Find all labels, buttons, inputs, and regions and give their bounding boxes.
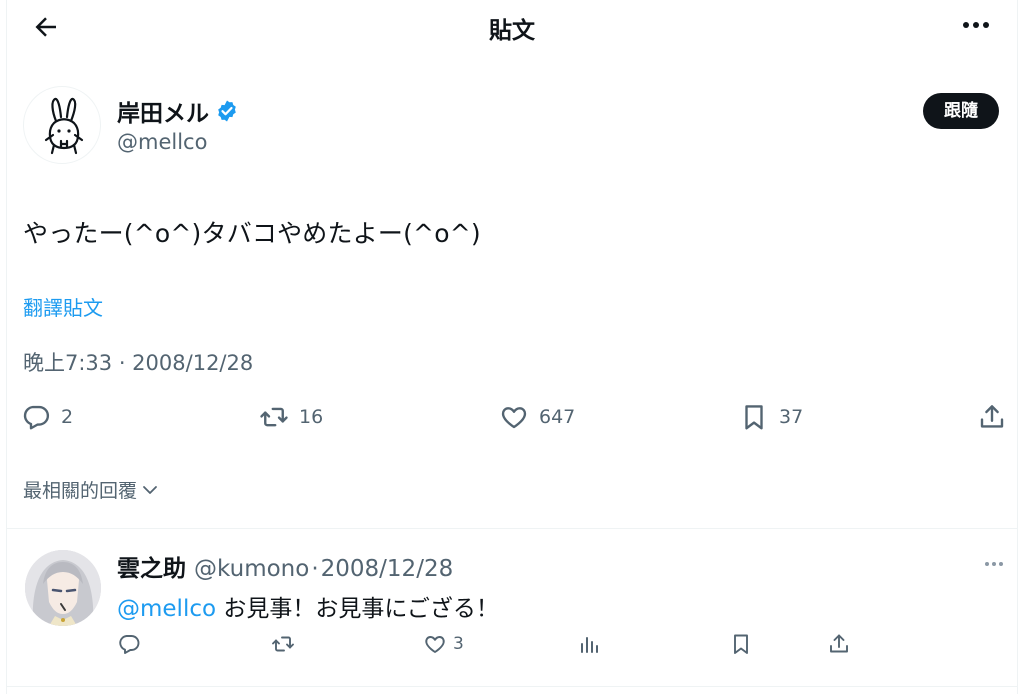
reply-repost-button[interactable] bbox=[271, 632, 295, 656]
repost-icon bbox=[272, 636, 294, 652]
tweet-action-bar: 2 16 647 37 bbox=[7, 402, 1019, 438]
share-icon bbox=[830, 634, 848, 653]
bookmark-icon bbox=[745, 405, 763, 430]
reply-more-options-icon[interactable] bbox=[983, 556, 1005, 570]
tweet-timestamp[interactable]: 晚上7:33 · 2008/12/28 bbox=[23, 347, 253, 377]
reply-date[interactable]: 2008/12/28 bbox=[321, 556, 454, 582]
repost-button[interactable]: 16 bbox=[259, 402, 323, 432]
reply-bookmark-button[interactable] bbox=[729, 632, 753, 656]
section-divider bbox=[7, 528, 1017, 529]
reply-author-avatar[interactable] bbox=[25, 550, 101, 626]
reply-mention-link[interactable]: @mellco bbox=[117, 596, 216, 622]
share-button[interactable] bbox=[977, 402, 1007, 432]
rabbit-avatar-icon bbox=[44, 97, 84, 155]
post-page: 貼文 岸田メル @mellco 跟隨 やったー(^o^)タバコやめたよー(^o^… bbox=[6, 0, 1018, 694]
like-button[interactable]: 647 bbox=[499, 402, 575, 432]
like-count: 647 bbox=[539, 406, 576, 428]
reply-views-button[interactable] bbox=[577, 632, 601, 656]
reply-like-button[interactable]: 3 bbox=[423, 632, 464, 656]
reply-separator: · bbox=[311, 556, 319, 582]
reply-text: @mellco お見事！お見事にござる！ bbox=[117, 589, 499, 623]
chevron-down-icon bbox=[143, 485, 157, 494]
reply-count: 2 bbox=[61, 406, 74, 428]
analytics-icon bbox=[581, 637, 598, 653]
author-name[interactable]: 岸田メル bbox=[117, 94, 209, 128]
reply-icon bbox=[119, 635, 140, 654]
reply-share-button[interactable] bbox=[827, 632, 851, 656]
replies-sort-dropdown[interactable]: 最相關的回覆 bbox=[23, 476, 159, 503]
translate-post-link[interactable]: 翻譯貼文 bbox=[23, 292, 103, 321]
follow-button[interactable]: 跟隨 bbox=[923, 93, 999, 129]
reply-author-name[interactable]: 雲之助 bbox=[117, 549, 186, 583]
anime-character-avatar-icon bbox=[25, 550, 101, 626]
bookmark-count: 37 bbox=[779, 406, 804, 428]
reply-reply-button[interactable] bbox=[117, 632, 141, 656]
heart-icon bbox=[501, 407, 527, 429]
reply-body: お見事！お見事にござる！ bbox=[216, 596, 499, 622]
verified-badge-icon bbox=[215, 99, 239, 123]
share-icon bbox=[980, 405, 1004, 428]
section-divider bbox=[7, 686, 1017, 687]
author-avatar[interactable] bbox=[23, 86, 101, 164]
heart-icon bbox=[425, 636, 445, 653]
reply-button[interactable]: 2 bbox=[21, 402, 73, 432]
tweet-text: やったー(^o^)タバコやめたよー(^o^) bbox=[23, 219, 481, 248]
reply-author-handle[interactable]: @kumono bbox=[194, 556, 309, 582]
reply-action-bar: 3 bbox=[7, 632, 1019, 660]
more-options-icon[interactable] bbox=[959, 10, 993, 40]
replies-sort-label: 最相關的回覆 bbox=[23, 480, 138, 502]
bookmark-icon bbox=[734, 634, 748, 654]
author-name-row: 岸田メル bbox=[117, 94, 239, 128]
reply-icon bbox=[23, 405, 50, 430]
page-title: 貼文 bbox=[489, 18, 535, 44]
repost-icon bbox=[260, 407, 288, 427]
reply-header: 雲之助 @kumono · 2008/12/28 bbox=[117, 549, 453, 583]
top-bar: 貼文 bbox=[7, 0, 1017, 52]
reply-like-count: 3 bbox=[453, 634, 464, 654]
author-handle[interactable]: @mellco bbox=[117, 130, 207, 154]
repost-count: 16 bbox=[299, 406, 324, 428]
bookmark-button[interactable]: 37 bbox=[739, 402, 803, 432]
